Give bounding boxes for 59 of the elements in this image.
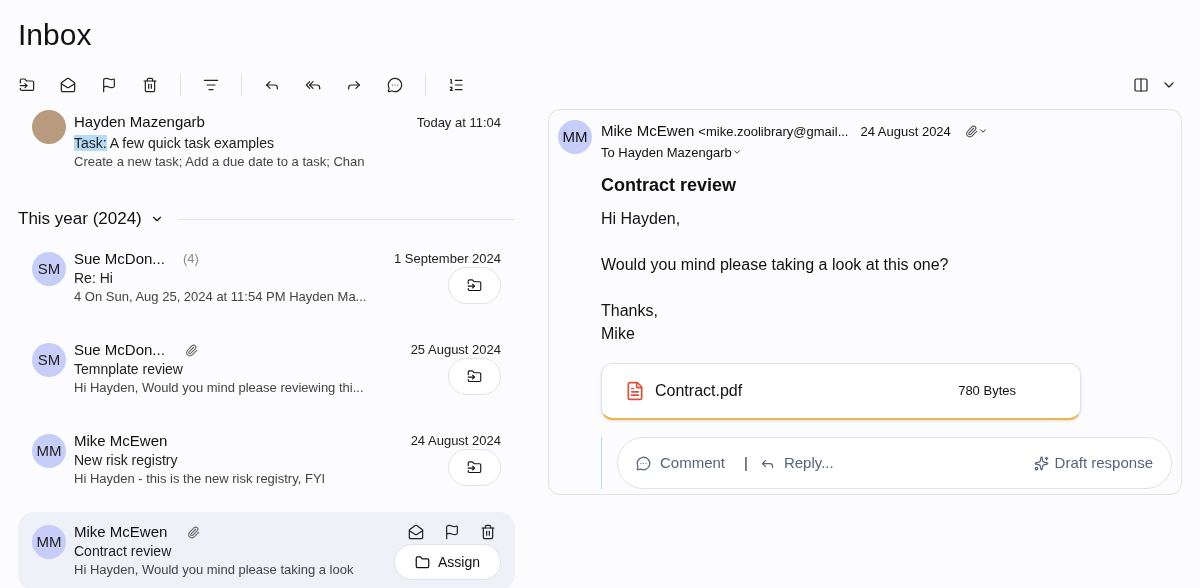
move-to-folder-icon bbox=[467, 369, 482, 384]
body-line: Would you mind please taking a look at this one? bbox=[601, 255, 950, 275]
sender-name: Sue McDon... bbox=[74, 248, 165, 269]
email-subject: Contract review bbox=[601, 174, 738, 197]
separator: | bbox=[744, 452, 748, 473]
sender-name: Sue McDon... bbox=[74, 339, 165, 360]
paperclip-icon bbox=[964, 124, 978, 138]
email-subject: Task: A few quick task examples bbox=[74, 133, 275, 153]
email-date: 24 August 2024 bbox=[410, 432, 501, 451]
email-subject: Contract review bbox=[74, 542, 173, 561]
sender-name: Hayden Mazengarb bbox=[74, 112, 205, 132]
comment-button[interactable]: Comment bbox=[636, 451, 726, 475]
body-line: Hi Hayden, bbox=[601, 209, 682, 229]
email-row[interactable]: SM Sue McDon... 25 August 2024 Temnplate review Hi Hayden, Would you mind please reviewing thi... bbox=[18, 330, 515, 406]
email-date: Today at 11:04 bbox=[416, 113, 501, 132]
draft-response-button[interactable]: Draft response bbox=[1033, 451, 1153, 475]
page-title: Inbox bbox=[18, 18, 93, 52]
sender-name: Mike McEwen bbox=[74, 430, 168, 451]
move-to-folder-button[interactable] bbox=[448, 267, 501, 304]
email-subject: Temnplate review bbox=[74, 360, 184, 379]
move-to-folder-button[interactable] bbox=[448, 358, 501, 395]
email-subject: Re: Hi bbox=[74, 269, 114, 288]
email-preview: 4 On Sun, Aug 25, 2024 at 11:54 PM Hayden Ma... bbox=[74, 288, 368, 305]
sender-name: Mike McEwen bbox=[74, 521, 168, 542]
email-date: 1 September 2024 bbox=[394, 250, 501, 269]
attachment-name: Contract.pdf bbox=[655, 381, 743, 401]
reply-button[interactable]: Reply... bbox=[759, 451, 834, 475]
section-label: This year (2024) bbox=[18, 208, 142, 231]
pdf-file-icon bbox=[625, 381, 645, 401]
sender-address: <mike.zoolibrary@gmail... bbox=[698, 122, 849, 141]
email-date: 24 August 2024 bbox=[860, 122, 951, 141]
avatar: MM bbox=[558, 120, 592, 154]
email-preview: Create a new task; Add a due date to a task; Chan bbox=[74, 152, 366, 170]
email-row[interactable]: SM Sue McDon... (4) 1 September 2024 Re: Hi 4 On Sun, Aug 25, 2024 at 11:54 PM Hayden Ma... bbox=[18, 239, 515, 315]
comment-icon bbox=[636, 455, 651, 471]
sparkles-icon bbox=[1033, 455, 1049, 471]
avatar: MM bbox=[32, 525, 66, 559]
recipient[interactable]: To Hayden Mazengarb bbox=[601, 142, 732, 162]
attachment-size: 780 Bytes bbox=[958, 382, 1016, 401]
email-subject: New risk registry bbox=[74, 451, 179, 470]
avatar: SM bbox=[32, 343, 66, 377]
avatar: SM bbox=[32, 252, 66, 286]
email-date: 25 August 2024 bbox=[410, 341, 501, 360]
move-to-folder-button[interactable] bbox=[448, 449, 501, 486]
message-count: (4) bbox=[182, 250, 199, 269]
assign-button[interactable]: Assign bbox=[393, 544, 501, 580]
email-row[interactable]: MM Mike McEwen 24 August 2024 New risk registry Hi Hayden - this is the new risk registry, FYI bbox=[18, 421, 515, 497]
email-preview: Hi Hayden - this is the new risk registry, FYI bbox=[74, 470, 327, 487]
attachment-card[interactable]: Contract.pdf 780 Bytes bbox=[601, 363, 1081, 420]
avatar: MM bbox=[32, 434, 66, 468]
email-preview: Hi Hayden, Would you mind please reviewing thi... bbox=[74, 379, 365, 396]
folder-icon bbox=[414, 554, 430, 570]
sender-name: Mike McEwen bbox=[601, 121, 695, 141]
move-to-folder-icon bbox=[467, 278, 482, 293]
photo-placeholder bbox=[32, 110, 66, 144]
body-line: Mike bbox=[601, 324, 636, 344]
body-line: Thanks, bbox=[601, 301, 659, 321]
email-preview: Hi Hayden, Would you mind please taking a look bbox=[74, 561, 355, 578]
move-to-folder-icon bbox=[467, 460, 482, 475]
